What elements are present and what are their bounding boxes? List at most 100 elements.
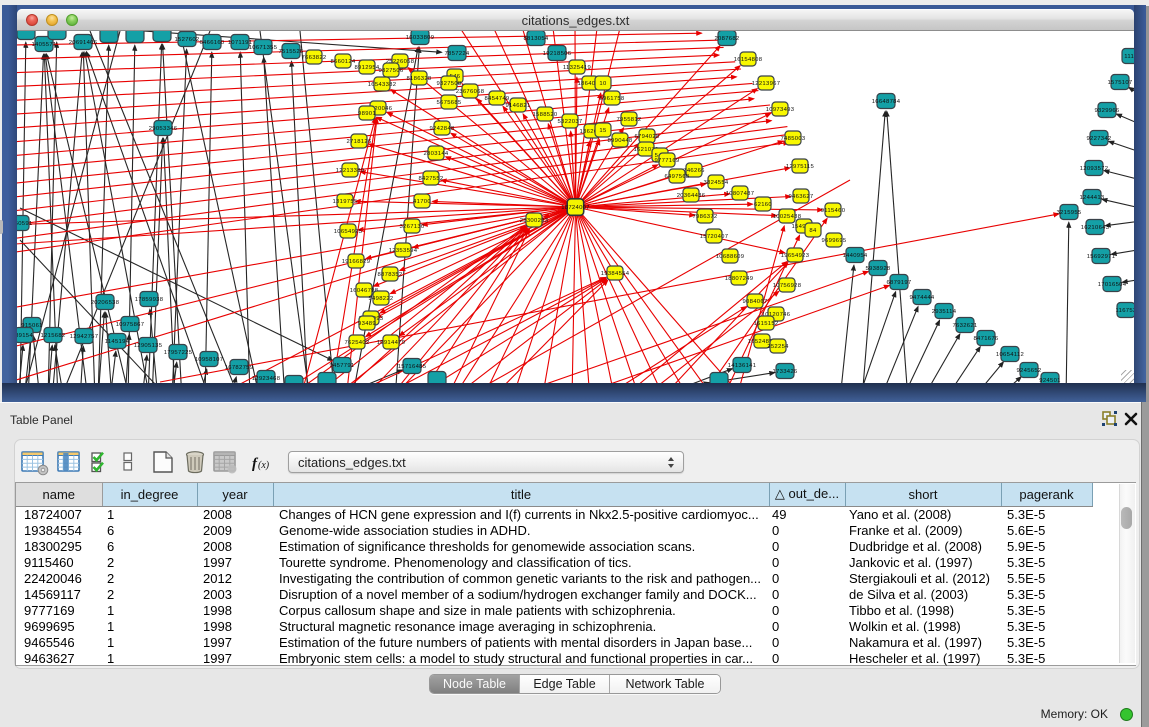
svg-text:924501: 924501 [1039,378,1060,383]
svg-text:5498222: 5498222 [368,296,393,302]
svg-text:1527602: 1527602 [174,37,199,43]
svg-text:5675685: 5675685 [436,100,461,106]
svg-text:8813054: 8813054 [523,36,548,42]
svg-text:2803144: 2803144 [423,151,448,157]
svg-text:3824554: 3824554 [703,180,728,186]
svg-text:12353594: 12353594 [389,248,418,254]
svg-text:7625402: 7625402 [344,340,369,346]
svg-text:8186328: 8186328 [406,76,431,82]
svg-text:41700: 41700 [413,199,431,205]
svg-text:9699695: 9699695 [821,238,846,244]
svg-text:9777169: 9777169 [654,158,679,164]
svg-text:39154: 39154 [17,333,33,339]
svg-text:16914479: 16914479 [377,340,406,346]
svg-text:8878352: 8878352 [377,272,402,278]
svg-text:3215955: 3215955 [1056,210,1081,216]
svg-text:12093572: 12093572 [1080,166,1109,172]
svg-text:8471676: 8471676 [973,336,998,342]
svg-text:12213389: 12213389 [336,168,365,174]
svg-text:1733426: 1733426 [772,369,797,375]
svg-text:1215682: 1215682 [40,333,65,339]
svg-text:116753: 116753 [1115,308,1134,314]
svg-text:14136141: 14136141 [728,363,757,369]
svg-text:6961758: 6961758 [599,96,624,102]
svg-text:16543382: 16543382 [368,82,397,88]
svg-text:8912954: 8912954 [354,65,379,71]
svg-text:9245652: 9245652 [1016,368,1041,374]
svg-text:9146821: 9146821 [505,103,530,109]
svg-text:1117: 1117 [1124,54,1134,60]
svg-text:20691406: 20691406 [69,40,98,46]
svg-text:7986372: 7986372 [692,214,717,220]
svg-text:29053346: 29053346 [149,126,178,132]
svg-text:9327508: 9327508 [436,81,461,87]
svg-text:15716485: 15716485 [398,364,427,370]
svg-text:1575107: 1575107 [1107,80,1132,86]
svg-text:18807249: 18807249 [725,276,754,282]
svg-text:10688609: 10688609 [716,254,745,260]
svg-text:8454749: 8454749 [484,96,509,102]
svg-text:9084067: 9084067 [742,299,767,305]
svg-text:10654925: 10654925 [334,229,363,235]
svg-text:252254: 252254 [767,344,789,350]
svg-text:1319755: 1319755 [332,199,357,205]
svg-text:9227342: 9227342 [1086,136,1111,142]
svg-text:6794028: 6794028 [634,134,659,140]
svg-text:10958107: 10958107 [195,357,224,363]
svg-text:10756928: 10756928 [773,283,802,289]
svg-text:8990448: 8990448 [607,138,632,144]
svg-text:16033809: 16033809 [406,35,435,41]
svg-text:11325419: 11325419 [563,65,591,71]
svg-text:25300293: 25300293 [520,218,549,224]
svg-text:18724007: 18724007 [561,205,590,211]
svg-text:9457791: 9457791 [329,363,354,369]
svg-text:1405571: 1405571 [31,42,56,48]
svg-text:5322037: 5322037 [557,119,582,125]
svg-text:5938928: 5938928 [865,266,890,272]
svg-text:8660124: 8660124 [330,59,355,65]
svg-text:1145194: 1145194 [105,339,130,345]
svg-text:9474444: 9474444 [909,295,934,301]
svg-text:7515526: 7515526 [278,49,303,55]
svg-text:10973493: 10973493 [766,107,795,113]
svg-text:2718126: 2718126 [346,139,371,145]
svg-text:9329966: 9329966 [1094,108,1119,114]
svg-text:6466160: 6466160 [199,40,224,46]
svg-text:15: 15 [599,128,607,134]
svg-text:12942757: 12942757 [70,334,99,340]
svg-text:20364436: 20364436 [677,193,706,199]
svg-text:16782759: 16782759 [225,365,254,371]
svg-text:7663822: 7663822 [301,55,326,61]
svg-text:15720407: 15720407 [700,234,729,240]
svg-text:3267130: 3267130 [399,224,424,230]
svg-text:8427552: 8427552 [418,176,443,182]
svg-text:1244413: 1244413 [1079,195,1104,201]
svg-text:7485003: 7485003 [780,136,805,142]
svg-text:2160591: 2160591 [17,221,33,227]
svg-text:17859938: 17859938 [135,297,164,303]
svg-text:93489: 93489 [358,321,376,327]
svg-text:2935114: 2935114 [932,309,957,315]
svg-text:16648784: 16648784 [872,99,901,105]
svg-text:84: 84 [809,228,817,234]
svg-text:10671355: 10671355 [249,45,278,51]
svg-text:6879197: 6879197 [886,280,911,286]
svg-text:15692971: 15692971 [1087,254,1116,260]
svg-text:19218506: 19218506 [543,51,572,57]
svg-text:23676068: 23676068 [456,89,485,95]
svg-text:12905135: 12905135 [134,343,163,349]
svg-text:(x): (x) [258,460,270,471]
svg-text:7632621: 7632621 [952,323,977,329]
svg-text:10654112: 10654112 [996,352,1024,358]
svg-text:9463627: 9463627 [788,194,813,200]
svg-text:16154808: 16154808 [734,57,763,63]
svg-text:19384554: 19384554 [601,271,630,277]
svg-text:9327506: 9327506 [378,68,403,74]
svg-text:10975867: 10975867 [116,322,145,328]
svg-text:1588520: 1588520 [532,112,557,118]
svg-text:16210643: 16210643 [1081,225,1110,231]
svg-text:10: 10 [599,81,607,87]
svg-text:20206538: 20206538 [91,300,120,306]
svg-text:6497568: 6497568 [664,174,689,180]
svg-text:12975115: 12975115 [786,164,815,170]
